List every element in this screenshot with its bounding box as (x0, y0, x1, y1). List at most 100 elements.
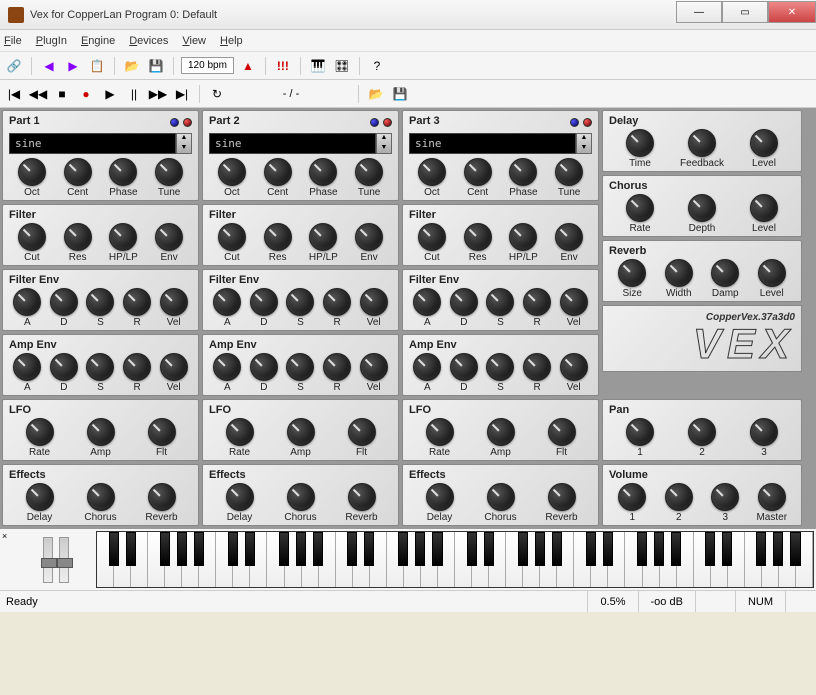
led-mute[interactable] (583, 118, 592, 127)
led-active[interactable] (170, 118, 179, 127)
knob-phase[interactable] (109, 158, 137, 186)
knob-a[interactable] (13, 353, 41, 381)
black-key[interactable] (552, 532, 562, 566)
led-active[interactable] (370, 118, 379, 127)
menu-plugin[interactable]: PlugIn (36, 35, 67, 47)
knob-s[interactable] (86, 288, 114, 316)
knob-cent[interactable] (464, 158, 492, 186)
connections-icon[interactable]: 🔗 (4, 56, 24, 76)
black-key[interactable] (160, 532, 170, 566)
black-key[interactable] (109, 532, 119, 566)
knob-vel[interactable] (160, 353, 188, 381)
rewind-start-icon[interactable]: |◀ (4, 84, 24, 104)
black-key[interactable] (637, 532, 647, 566)
next-preset-icon[interactable]: ▶ (63, 56, 83, 76)
knob-d[interactable] (450, 288, 478, 316)
knob-chorus[interactable] (87, 483, 115, 511)
midi-icon[interactable]: 🎛 (332, 56, 352, 76)
knob-feedback[interactable] (688, 129, 716, 157)
knob-d[interactable] (250, 353, 278, 381)
black-key[interactable] (654, 532, 664, 566)
black-key[interactable] (194, 532, 204, 566)
led-mute[interactable] (383, 118, 392, 127)
knob-oct[interactable] (18, 158, 46, 186)
waveform-stepper[interactable]: ▲▼ (376, 133, 392, 154)
maximize-button[interactable]: ▭ (722, 1, 768, 23)
knob-cut[interactable] (218, 223, 246, 251)
knob-d[interactable] (50, 353, 78, 381)
black-key[interactable] (722, 532, 732, 566)
knob-env[interactable] (555, 223, 583, 251)
knob-phase[interactable] (509, 158, 537, 186)
black-key[interactable] (279, 532, 289, 566)
black-key[interactable] (364, 532, 374, 566)
knob-rate[interactable] (226, 418, 254, 446)
black-key[interactable] (313, 532, 323, 566)
knob-res[interactable] (64, 223, 92, 251)
knob-depth[interactable] (688, 194, 716, 222)
knob-r[interactable] (523, 353, 551, 381)
knob-level[interactable] (758, 259, 786, 287)
knob-d[interactable] (450, 353, 478, 381)
keyboard-icon[interactable]: 🎹 (308, 56, 328, 76)
black-key[interactable] (756, 532, 766, 566)
knob-chorus[interactable] (287, 483, 315, 511)
knob-2[interactable] (665, 483, 693, 511)
menu-file[interactable]: File (4, 35, 22, 47)
open2-icon[interactable]: 📂 (366, 84, 386, 104)
knob-width[interactable] (665, 259, 693, 287)
waveform-stepper[interactable]: ▲▼ (576, 133, 592, 154)
pitch-wheel[interactable] (43, 537, 53, 583)
black-key[interactable] (347, 532, 357, 566)
metronome-icon[interactable]: ▲ (238, 56, 258, 76)
record-icon[interactable]: ● (76, 84, 96, 104)
knob-size[interactable] (618, 259, 646, 287)
knob-flt[interactable] (348, 418, 376, 446)
knob-vel[interactable] (560, 353, 588, 381)
black-key[interactable] (177, 532, 187, 566)
black-key[interactable] (245, 532, 255, 566)
knob-damp[interactable] (711, 259, 739, 287)
knob-cent[interactable] (264, 158, 292, 186)
knob-level[interactable] (750, 129, 778, 157)
knob-3[interactable] (750, 418, 778, 446)
knob-r[interactable] (123, 288, 151, 316)
rewind-icon[interactable]: ◀◀ (28, 84, 48, 104)
play-icon[interactable]: ▶ (100, 84, 120, 104)
pause-icon[interactable]: || (124, 84, 144, 104)
led-active[interactable] (570, 118, 579, 127)
knob-vel[interactable] (160, 288, 188, 316)
knob-hp/lp[interactable] (109, 223, 137, 251)
knob-tune[interactable] (355, 158, 383, 186)
knob-res[interactable] (464, 223, 492, 251)
tempo-display[interactable]: 120 bpm (181, 57, 234, 74)
menu-devices[interactable]: Devices (129, 35, 168, 47)
waveform-stepper[interactable]: ▲▼ (176, 133, 192, 154)
close-button[interactable]: ✕ (768, 1, 816, 23)
knob-amp[interactable] (487, 418, 515, 446)
mod-wheel[interactable] (59, 537, 69, 583)
led-mute[interactable] (183, 118, 192, 127)
knob-a[interactable] (413, 353, 441, 381)
black-key[interactable] (603, 532, 613, 566)
knob-cut[interactable] (18, 223, 46, 251)
knob-r[interactable] (323, 288, 351, 316)
black-key[interactable] (467, 532, 477, 566)
knob-reverb[interactable] (548, 483, 576, 511)
menu-help[interactable]: Help (220, 35, 243, 47)
knob-reverb[interactable] (148, 483, 176, 511)
piano-keyboard[interactable] (96, 531, 814, 588)
black-key[interactable] (484, 532, 494, 566)
knob-rate[interactable] (26, 418, 54, 446)
knob-2[interactable] (688, 418, 716, 446)
waveform-display[interactable]: sine (9, 133, 176, 154)
black-key[interactable] (586, 532, 596, 566)
waveform-display[interactable]: sine (209, 133, 376, 154)
knob-env[interactable] (355, 223, 383, 251)
menu-engine[interactable]: Engine (81, 35, 115, 47)
stop-icon[interactable]: ■ (52, 84, 72, 104)
knob-1[interactable] (618, 483, 646, 511)
knob-a[interactable] (13, 288, 41, 316)
knob-oct[interactable] (218, 158, 246, 186)
knob-flt[interactable] (548, 418, 576, 446)
